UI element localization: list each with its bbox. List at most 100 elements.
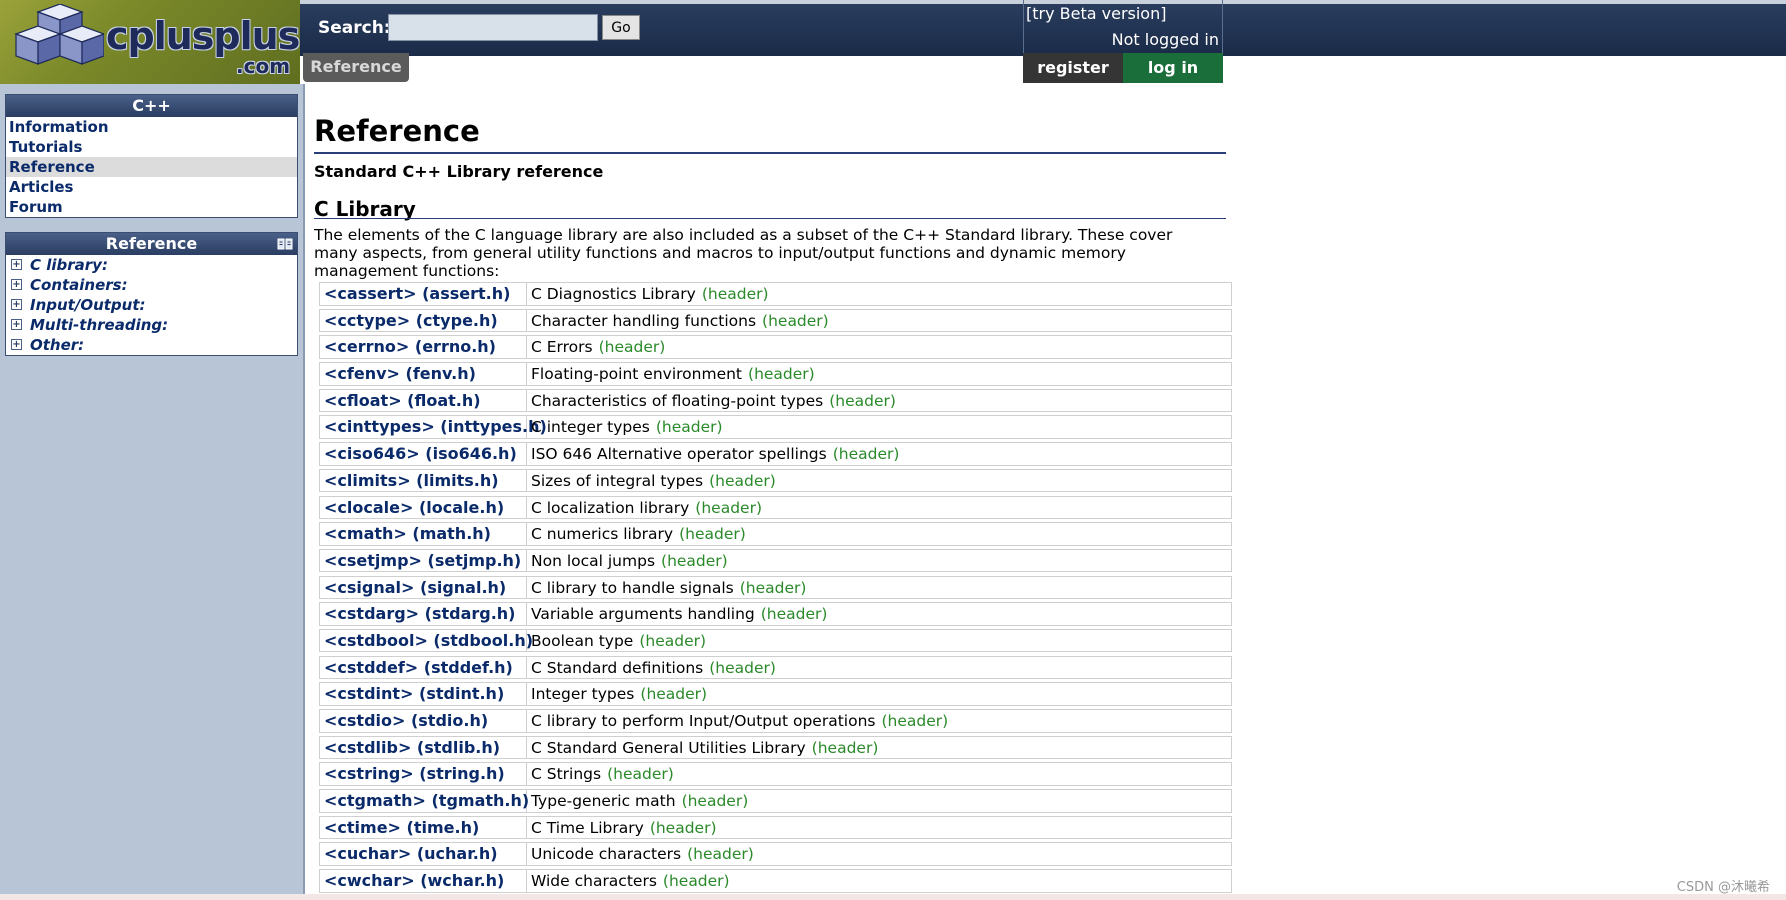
login-button[interactable]: log in xyxy=(1123,53,1223,83)
library-description: Integer types (header) xyxy=(531,683,707,705)
table-row: <cstring> (string.h) C Strings (header) xyxy=(319,762,1232,786)
library-link[interactable]: <cstdarg> (stdarg.h) xyxy=(320,603,527,625)
sidebar-item-forum[interactable]: Forum xyxy=(6,197,297,217)
header-tag: (header) xyxy=(655,418,723,437)
library-description: C integer types (header) xyxy=(531,416,723,438)
library-description: C numerics library (header) xyxy=(531,523,746,545)
library-description-text: Sizes of integral types xyxy=(531,471,704,490)
search-input[interactable] xyxy=(388,14,598,41)
header-tag: (header) xyxy=(709,471,776,490)
table-row: <cmath> (math.h) C numerics library (heade… xyxy=(319,522,1232,546)
tree-item-c-library[interactable]: + C library: xyxy=(6,255,297,275)
book-icon[interactable] xyxy=(277,237,293,251)
tree-item-input-output[interactable]: + Input/Output: xyxy=(6,295,297,315)
expand-plus-icon[interactable]: + xyxy=(11,259,22,270)
library-description: ISO 646 Alternative operator spellings (h… xyxy=(531,443,899,465)
library-link[interactable]: <cstdio> (stdio.h) xyxy=(320,710,527,732)
table-row: <cuchar> (uchar.h) Unicode characters (hea… xyxy=(319,842,1232,866)
library-description: C Strings (header) xyxy=(531,763,674,785)
reference-nav-title: Reference xyxy=(105,234,198,253)
table-row: <clocale> (locale.h) C localization libra… xyxy=(319,495,1232,519)
section-divider xyxy=(314,218,1226,219)
library-description-text: ISO 646 Alternative operator spellings xyxy=(531,445,827,464)
library-description: C Standard General Utilities Library (hea… xyxy=(531,737,878,759)
header-tag: (header) xyxy=(811,738,879,757)
library-link[interactable]: <cwchar> (wchar.h) xyxy=(320,870,527,892)
search-label: Search: xyxy=(318,18,391,38)
header-tag: (header) xyxy=(695,498,762,517)
sidebar-item-reference[interactable]: Reference xyxy=(6,157,297,177)
table-row: <csetjmp> (setjmp.h) Non local jumps (head… xyxy=(319,548,1232,573)
library-link[interactable]: <cstring> (string.h) xyxy=(320,763,527,785)
table-row: <csignal> (signal.h) C library to handle … xyxy=(319,575,1232,600)
library-description: Non local jumps (header) xyxy=(531,550,728,572)
library-link[interactable]: <cmath> (math.h) xyxy=(320,523,527,545)
library-description-text: Integer types xyxy=(531,685,635,704)
library-description-text: Floating-point environment xyxy=(531,365,743,384)
logo-wordmark: cplusplus xyxy=(106,14,300,58)
tree-item-multi-threading[interactable]: + Multi-threading: xyxy=(6,315,297,335)
cpp-nav-title: C++ xyxy=(6,95,297,117)
library-link[interactable]: <cctype> (ctype.h) xyxy=(320,309,527,332)
header-tag: (header) xyxy=(881,712,949,730)
go-button[interactable]: Go xyxy=(602,15,640,40)
library-link[interactable]: <csetjmp> (setjmp.h) xyxy=(320,549,527,572)
tree-item-label: Containers: xyxy=(30,276,128,294)
library-link[interactable]: <cstdlib> (stdlib.h) xyxy=(320,736,527,759)
tree-item-containers[interactable]: + Containers: xyxy=(6,275,297,295)
table-row: <cerrno> (errno.h) C Errors (header) xyxy=(319,335,1232,359)
sidebar-item-tutorials[interactable]: Tutorials xyxy=(6,137,297,157)
library-link[interactable]: <cinttypes> (inttypes.h) xyxy=(320,416,547,438)
expand-plus-icon[interactable]: + xyxy=(11,299,22,310)
page-subtitle: Standard C++ Library reference xyxy=(314,162,604,181)
sidebar-item-articles[interactable]: Articles xyxy=(6,177,297,197)
tree-item-label: Multi-threading: xyxy=(30,316,169,334)
library-link[interactable]: <ciso646> (iso646.h) xyxy=(320,443,527,465)
library-description-text: Wide characters xyxy=(531,872,657,891)
page-title: Reference xyxy=(314,114,480,148)
library-table: <cassert> (assert.h) C Diagnostics Librar… xyxy=(319,282,1232,896)
tab-reference[interactable]: Reference xyxy=(303,53,409,82)
library-description: Unicode characters (header) xyxy=(531,843,754,865)
library-link[interactable]: <clocale> (locale.h) xyxy=(320,496,527,518)
library-description: Type-generic math (header) xyxy=(531,790,748,812)
table-row: <cstdbool> (stdbool.h) Boolean type (heade… xyxy=(319,628,1232,653)
library-description: C library to perform Input/Output operat… xyxy=(531,710,948,732)
library-description-text: C library to perform Input/Output operat… xyxy=(531,712,876,730)
library-description: Wide characters (header) xyxy=(531,870,730,892)
table-row: <cinttypes> (inttypes.h) C integer types (… xyxy=(319,415,1232,439)
library-link[interactable]: <ctgmath> (tgmath.h) xyxy=(320,790,529,812)
sidebar-item-information[interactable]: Information xyxy=(6,117,297,137)
library-description: C Diagnostics Library (header) xyxy=(531,283,769,305)
expand-plus-icon[interactable]: + xyxy=(11,339,22,350)
library-link[interactable]: <csignal> (signal.h) xyxy=(320,576,527,599)
library-description: Sizes of integral types (header) xyxy=(531,470,776,492)
library-link[interactable]: <climits> (limits.h) xyxy=(320,469,527,492)
library-link[interactable]: <cfloat> (float.h) xyxy=(320,389,527,412)
library-description-text: C library to handle signals xyxy=(531,578,734,597)
expand-plus-icon[interactable]: + xyxy=(11,279,22,290)
expand-plus-icon[interactable]: + xyxy=(11,319,22,330)
table-row: <cfloat> (float.h) Characteristics of flo… xyxy=(319,388,1232,413)
try-beta-link[interactable]: [try Beta version] xyxy=(1026,4,1166,23)
library-link[interactable]: <cfenv> (fenv.h) xyxy=(320,363,527,385)
header-tag: (header) xyxy=(679,525,746,544)
tree-item-other[interactable]: + Other: xyxy=(6,335,297,355)
library-description: C Standard definitions (header) xyxy=(531,657,776,679)
library-link[interactable]: <cstdint> (stdint.h) xyxy=(320,683,527,705)
table-row: <ctime> (time.h) C Time Library (header) xyxy=(319,815,1232,840)
tree-item-label: Other: xyxy=(30,336,85,354)
library-link[interactable]: <cstdbool> (stdbool.h) xyxy=(320,629,533,652)
library-description-text: Non local jumps xyxy=(531,551,656,570)
library-link[interactable]: <ctime> (time.h) xyxy=(320,816,527,839)
library-link[interactable]: <cerrno> (errno.h) xyxy=(320,336,527,358)
cubes-logo-icon xyxy=(14,4,104,65)
library-description: C localization library (header) xyxy=(531,497,762,519)
bottom-edge xyxy=(0,894,1786,900)
library-link[interactable]: <cuchar> (uchar.h) xyxy=(320,843,527,865)
register-button[interactable]: register xyxy=(1023,53,1123,83)
library-link[interactable]: <cstddef> (stddef.h) xyxy=(320,656,527,679)
table-row: <cwchar> (wchar.h) Wide characters (header… xyxy=(319,869,1232,893)
site-logo[interactable]: cplusplus .com xyxy=(0,0,300,84)
library-link[interactable]: <cassert> (assert.h) xyxy=(320,283,527,305)
